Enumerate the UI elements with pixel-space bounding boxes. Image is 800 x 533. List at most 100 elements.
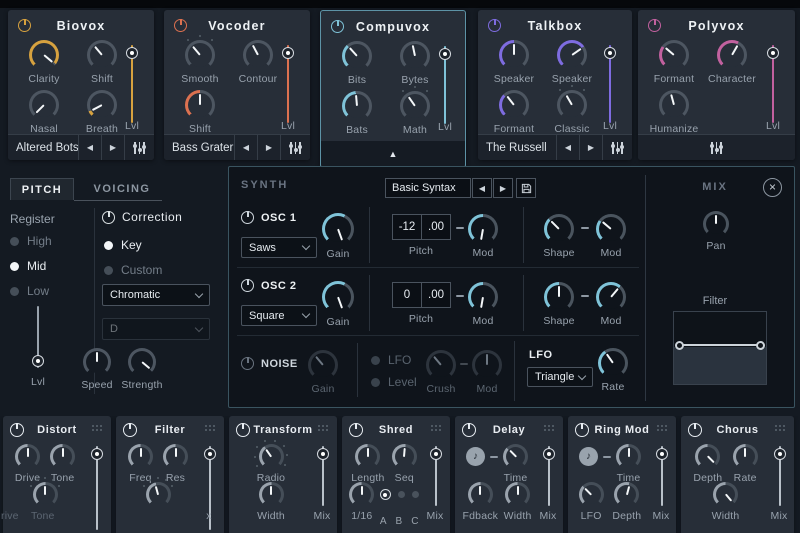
- module-settings-button[interactable]: [602, 135, 632, 160]
- drag-handle-icon[interactable]: [657, 425, 669, 433]
- prev-arrow-icon[interactable]: ◀: [78, 135, 101, 160]
- knob-tone[interactable]: Tone: [50, 444, 76, 484]
- knob-time[interactable]: Time: [503, 444, 528, 484]
- preset-name[interactable]: Altered Bots: [8, 142, 78, 154]
- knob-time[interactable]: Time: [616, 444, 641, 484]
- next-arrow-icon[interactable]: ▶: [493, 178, 513, 198]
- pitch-cents[interactable]: .00: [421, 283, 450, 307]
- knob-clarity[interactable]: Clarity: [15, 40, 73, 85]
- radio-register-high[interactable]: High: [10, 234, 52, 248]
- tab-voicing[interactable]: VOICING: [84, 178, 160, 200]
- slider-handle[interactable]: [773, 448, 786, 460]
- knob-shape[interactable]: Shape: [530, 282, 588, 327]
- knob-mod[interactable]: Mod: [454, 214, 512, 259]
- knob-shape[interactable]: Shape: [530, 214, 588, 259]
- key-select[interactable]: D: [102, 318, 210, 340]
- knob-width[interactable]: Width: [257, 482, 285, 522]
- note-sync-icon[interactable]: ♪: [466, 447, 485, 466]
- knob-strength[interactable]: Strength: [113, 348, 171, 391]
- drag-handle-icon[interactable]: [92, 425, 104, 433]
- knob-unlabeled[interactable]: [142, 477, 174, 507]
- module-card-vocoder[interactable]: Vocoder Smooth Contour Shift Lvl Bass Grater ◀…: [164, 10, 310, 160]
- next-arrow-icon[interactable]: ▶: [257, 135, 280, 160]
- slider-handle[interactable]: [766, 47, 779, 59]
- module-level-slider[interactable]: [602, 45, 618, 123]
- filter-node-right[interactable]: [756, 340, 765, 350]
- radio-register-low[interactable]: Low: [10, 284, 49, 298]
- knob-gain[interactable]: Gain: [309, 281, 367, 328]
- module-settings-button[interactable]: [710, 141, 723, 154]
- module-card-compuvox[interactable]: Compuvox Bits Bytes Bats Math Lvl ▲: [320, 10, 466, 168]
- knob-unlabeled[interactable]: [29, 477, 61, 507]
- module-card-biovox[interactable]: Biovox Clarity Shift Nasal Breath Lvl Altered …: [8, 10, 154, 160]
- slider-handle[interactable]: [316, 448, 329, 460]
- pitch-cents[interactable]: .00: [421, 215, 450, 239]
- mix-slider[interactable]: [541, 446, 557, 506]
- osc2-power-icon[interactable]: [241, 279, 254, 292]
- radio-noise-lfo[interactable]: LFO: [371, 353, 411, 367]
- knob-radio[interactable]: Radio: [253, 439, 289, 484]
- mix-slider[interactable]: [654, 446, 670, 506]
- preset-display[interactable]: Basic Syntax: [385, 178, 471, 198]
- knob-formant[interactable]: Formant: [485, 90, 543, 135]
- knob-bytes[interactable]: Bytes: [386, 41, 444, 86]
- knob-speaker[interactable]: Speaker: [543, 40, 601, 85]
- prev-arrow-icon[interactable]: ◀: [234, 135, 257, 160]
- slider-handle[interactable]: [429, 448, 442, 460]
- mix-slider[interactable]: [89, 446, 105, 530]
- osc1-wave-select[interactable]: Saws: [241, 237, 317, 258]
- knob-bats[interactable]: Bats: [328, 91, 386, 136]
- pitch-value[interactable]: 0.00: [392, 282, 451, 308]
- knob-shift[interactable]: Shift: [73, 40, 131, 85]
- drag-handle-icon[interactable]: [205, 425, 217, 433]
- osc1-power-icon[interactable]: [241, 211, 254, 224]
- module-settings-button[interactable]: [280, 135, 310, 160]
- knob-humanize[interactable]: Humanize: [645, 90, 703, 135]
- slider-handle[interactable]: [603, 47, 616, 59]
- slider-handle[interactable]: [655, 448, 668, 460]
- knob-gain[interactable]: Gain: [294, 350, 352, 395]
- radio-correction-custom[interactable]: Custom: [104, 263, 162, 277]
- slider-handle[interactable]: [90, 448, 103, 460]
- module-settings-button[interactable]: [124, 135, 154, 160]
- slider-handle[interactable]: [281, 47, 294, 59]
- knob-shift[interactable]: Shift: [171, 90, 229, 135]
- correction-power-icon[interactable]: [102, 210, 115, 224]
- prev-arrow-icon[interactable]: ◀: [556, 135, 579, 160]
- drag-handle-icon[interactable]: [318, 425, 330, 433]
- module-level-slider[interactable]: [124, 45, 140, 123]
- knob-gain[interactable]: Gain: [309, 213, 367, 260]
- slider-handle[interactable]: [125, 47, 138, 59]
- pitch-value[interactable]: -12.00: [392, 214, 451, 240]
- pitch-semitones[interactable]: -12: [393, 215, 421, 239]
- next-arrow-icon[interactable]: ▶: [101, 135, 124, 160]
- filter-node-left[interactable]: [675, 340, 684, 350]
- knob-fdback[interactable]: Fdback: [463, 482, 499, 522]
- knob-drive[interactable]: Drive: [15, 444, 41, 484]
- close-icon[interactable]: ×: [763, 178, 782, 197]
- module-level-slider[interactable]: [280, 45, 296, 123]
- knob-nasal[interactable]: Nasal: [15, 90, 73, 135]
- knob-pan[interactable]: Pan: [687, 211, 745, 252]
- module-card-talkbox[interactable]: Talkbox Speaker Speaker Formant Classic Lvl Th…: [478, 10, 632, 160]
- mix-slider[interactable]: [315, 446, 331, 506]
- knob-1-16[interactable]: 1/16: [349, 482, 375, 522]
- knob-smooth[interactable]: Smooth: [171, 35, 229, 85]
- knob-formant[interactable]: Formant: [645, 40, 703, 85]
- next-arrow-icon[interactable]: ▶: [579, 135, 602, 160]
- radio-b[interactable]: [397, 491, 405, 498]
- prev-arrow-icon[interactable]: ◀: [472, 178, 492, 198]
- note-sync-icon[interactable]: ♪: [579, 447, 598, 466]
- radio-noise-level[interactable]: Level: [371, 375, 417, 389]
- radio-a-selected[interactable]: [379, 489, 391, 500]
- knob-depth[interactable]: Depth: [612, 482, 641, 522]
- drag-handle-icon[interactable]: [775, 425, 787, 433]
- knob-mod[interactable]: Mod: [454, 282, 512, 327]
- module-level-slider[interactable]: [765, 45, 781, 123]
- knob-mod[interactable]: Mod: [582, 282, 640, 327]
- filter-curve[interactable]: [673, 311, 767, 385]
- mix-slider[interactable]: [772, 446, 788, 506]
- knob-character[interactable]: Character: [703, 40, 761, 85]
- knob-rate[interactable]: Rate: [584, 348, 642, 393]
- knob-seq[interactable]: Seq: [391, 444, 417, 484]
